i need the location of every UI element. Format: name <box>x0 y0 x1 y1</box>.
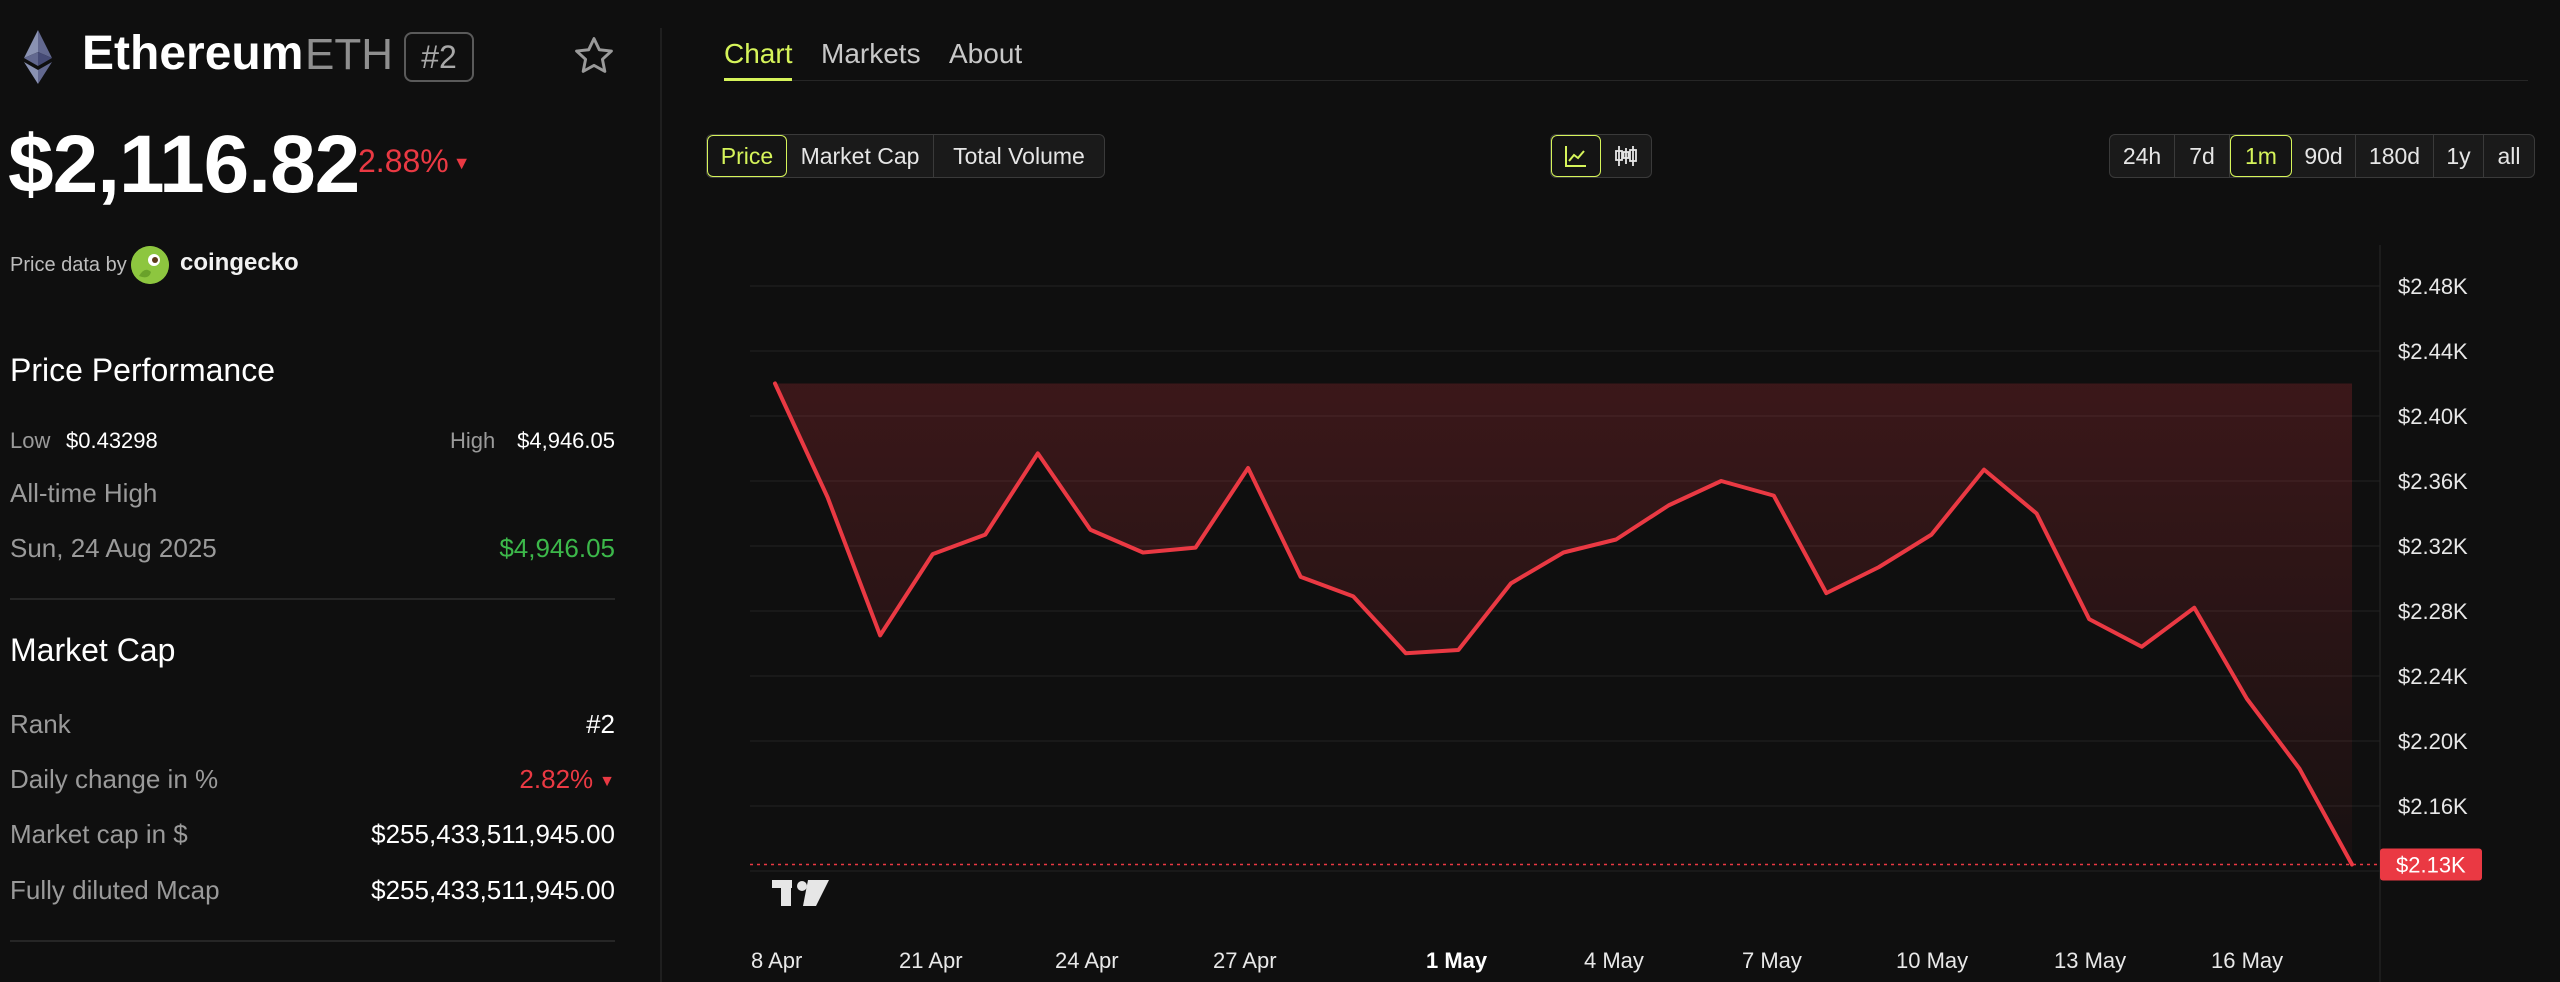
y-tick-label: $2.16K <box>2398 794 2468 819</box>
y-tick-label: $2.48K <box>2398 274 2468 299</box>
price-chart[interactable]: $2.48K $2.44K $2.40K $2.36K $2.32K $2.28K $2.2… <box>0 0 2560 982</box>
x-tick-label: 27 Apr <box>1213 948 1277 973</box>
y-tick-label: $2.40K <box>2398 404 2468 429</box>
y-tick-label: $2.24K <box>2398 664 2468 689</box>
x-tick-label: 24 Apr <box>1055 948 1119 973</box>
x-tick-label: 21 Apr <box>899 948 963 973</box>
y-tick-label: $2.20K <box>2398 729 2468 754</box>
x-tick-label: 8 Apr <box>751 948 802 973</box>
x-tick-label: 16 May <box>2211 948 2283 973</box>
x-tick-label: 4 May <box>1584 948 1644 973</box>
y-tick-label: $2.32K <box>2398 534 2468 559</box>
y-tick-label: $2.44K <box>2398 339 2468 364</box>
x-tick-label: 13 May <box>2054 948 2126 973</box>
current-price-label: $2.13K <box>2396 853 2466 878</box>
x-tick-label: 7 May <box>1742 948 1802 973</box>
x-tick-label: 10 May <box>1896 948 1968 973</box>
x-tick-label: 1 May <box>1426 948 1488 973</box>
tradingview-logo-icon[interactable] <box>772 880 829 906</box>
area-fill <box>775 383 2352 865</box>
y-tick-label: $2.36K <box>2398 469 2468 494</box>
y-tick-label: $2.28K <box>2398 599 2468 624</box>
